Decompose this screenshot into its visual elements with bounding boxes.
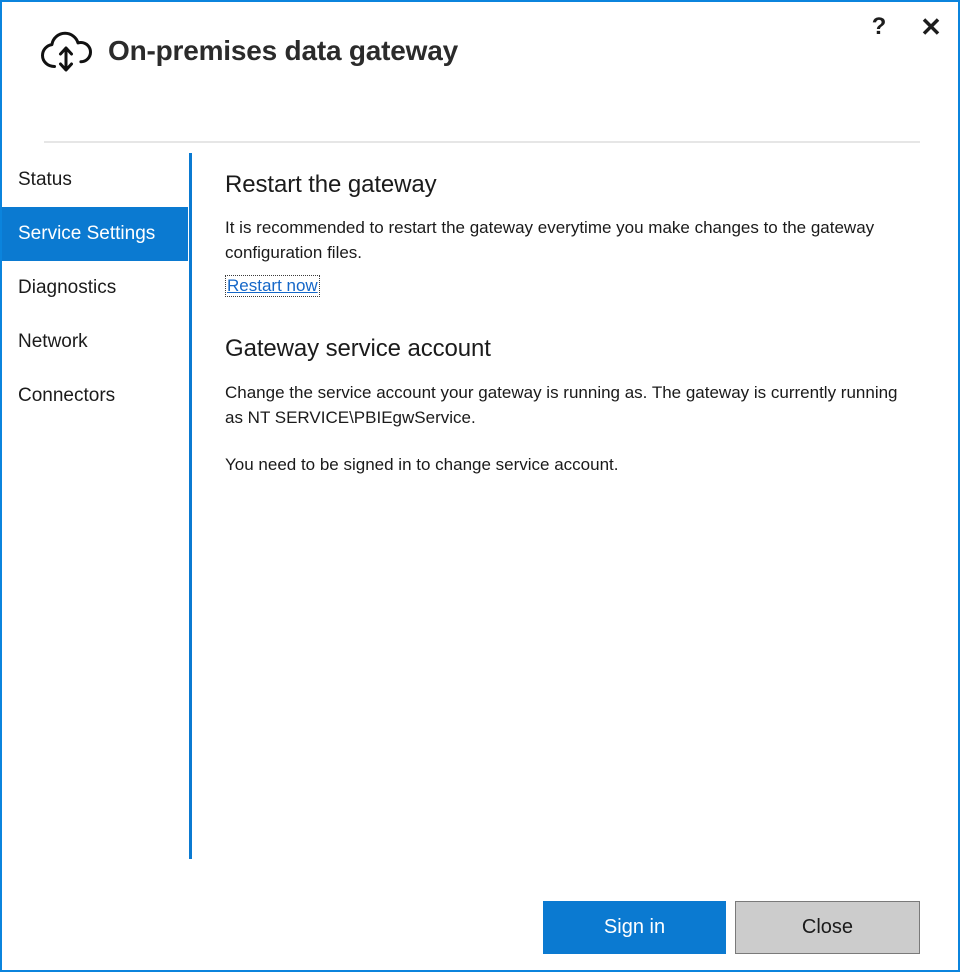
help-icon[interactable]: ? (862, 10, 896, 44)
restart-now-link[interactable]: Restart now (227, 276, 318, 295)
sidebar-item-connectors[interactable]: Connectors (2, 369, 188, 423)
sidebar-item-label: Status (18, 169, 72, 191)
restart-section-heading: Restart the gateway (225, 171, 925, 199)
header-divider (44, 141, 920, 143)
restart-section-description: It is recommended to restart the gateway… (225, 215, 897, 265)
cloud-sync-icon (40, 28, 92, 74)
sidebar-item-label: Network (18, 331, 88, 353)
sidebar-nav: Status Service Settings Diagnostics Netw… (2, 153, 188, 859)
sign-in-button[interactable]: Sign in (543, 901, 726, 954)
account-section-note: You need to be signed in to change servi… (225, 452, 925, 477)
sidebar-item-label: Connectors (18, 385, 115, 407)
app-branding: On-premises data gateway (40, 28, 458, 74)
close-icon[interactable]: ✕ (914, 10, 948, 44)
footer-actions: Sign in Close (2, 877, 958, 977)
page-title: On-premises data gateway (108, 35, 458, 67)
sidebar-item-network[interactable]: Network (2, 315, 188, 369)
sidebar-item-label: Service Settings (18, 223, 155, 245)
sidebar-divider (189, 153, 192, 859)
sidebar-item-service-settings[interactable]: Service Settings (2, 207, 188, 261)
close-button[interactable]: Close (735, 901, 920, 954)
title-bar: On-premises data gateway ? ✕ (2, 2, 958, 120)
restart-now-focus-ring: Restart now (225, 275, 320, 297)
sidebar-item-status[interactable]: Status (2, 153, 188, 207)
window-controls: ? ✕ (862, 10, 948, 44)
main-content: Restart the gateway It is recommended to… (225, 171, 925, 477)
account-section-description: Change the service account your gateway … (225, 380, 919, 430)
account-section-heading: Gateway service account (225, 335, 925, 363)
body-area: Status Service Settings Diagnostics Netw… (2, 153, 958, 970)
sidebar-item-diagnostics[interactable]: Diagnostics (2, 261, 188, 315)
gateway-configuration-window: On-premises data gateway ? ✕ Status Serv… (0, 0, 960, 972)
sidebar-item-label: Diagnostics (18, 277, 116, 299)
